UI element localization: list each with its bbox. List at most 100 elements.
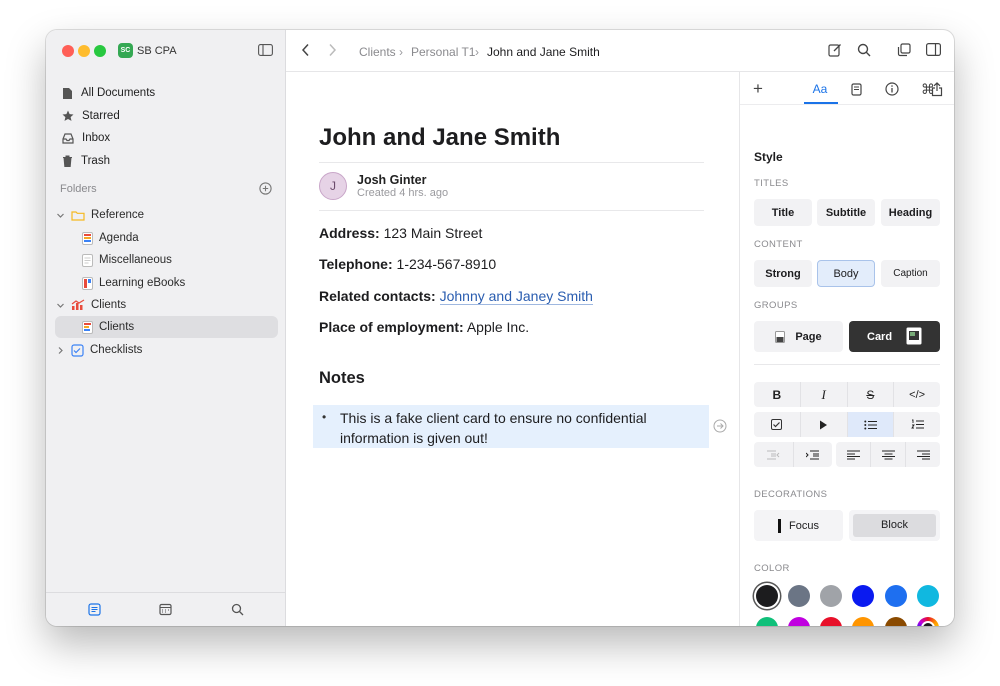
color-swatch-blue[interactable]	[852, 585, 874, 607]
star-icon	[62, 110, 74, 121]
tab-bookmark[interactable]	[838, 80, 874, 98]
tree-folder-clients[interactable]: Clients	[56, 294, 126, 316]
tree-doc-miscellaneous[interactable]: Miscellaneous	[82, 249, 172, 271]
align-center-button[interactable]	[871, 442, 906, 467]
sidebar-toggle-icon[interactable]	[258, 44, 273, 56]
tab-add[interactable]: +	[740, 79, 776, 98]
field-place-of-employment[interactable]: Place of employment: Apple Inc.	[319, 319, 529, 335]
tree-doc-clients[interactable]: Clients	[55, 316, 278, 338]
related-contacts-link[interactable]: Johnny and Janey Smith	[439, 288, 593, 305]
content-label: CONTENT	[754, 239, 803, 250]
duplicate-window-icon[interactable]	[897, 43, 911, 57]
block-arrow-icon[interactable]	[713, 419, 727, 433]
style-title-button[interactable]: Title	[754, 199, 812, 226]
tree-doc-learning-ebooks[interactable]: Learning eBooks	[82, 272, 185, 294]
inbox-icon	[62, 132, 74, 144]
nav-starred[interactable]: Starred	[62, 106, 120, 126]
color-swatch-light-blue[interactable]	[885, 585, 907, 607]
format-row-blocks	[754, 412, 940, 437]
tree-label: Miscellaneous	[99, 254, 172, 266]
trash-icon	[63, 155, 72, 167]
add-folder-icon[interactable]	[259, 182, 272, 195]
search-icon[interactable]	[857, 43, 871, 57]
divider	[754, 364, 940, 365]
italic-button[interactable]: I	[800, 382, 848, 407]
code-button[interactable]: </>	[894, 382, 940, 407]
info-icon	[885, 82, 899, 96]
color-swatch-black[interactable]	[756, 585, 778, 607]
toggle-list-button[interactable]	[800, 412, 848, 437]
color-swatch-brown[interactable]	[885, 617, 907, 626]
notes-view-icon[interactable]	[88, 603, 101, 616]
style-subtitle-button[interactable]: Subtitle	[817, 199, 875, 226]
bullet-list-icon	[864, 420, 877, 429]
color-swatch-orange[interactable]	[852, 617, 874, 626]
document-title[interactable]: John and Jane Smith	[319, 124, 560, 152]
back-chevron-icon[interactable]	[301, 43, 310, 57]
group-page-button[interactable]: Page	[754, 321, 843, 352]
color-swatch-cyan[interactable]	[917, 585, 939, 607]
notes-heading[interactable]: Notes	[319, 369, 365, 388]
tree-label: Agenda	[99, 232, 139, 244]
tree-label: Checklists	[90, 344, 143, 356]
workspace-name[interactable]: SB CPA	[137, 45, 177, 57]
style-heading-button[interactable]: Heading	[881, 199, 940, 226]
chevron-down-icon[interactable]	[56, 211, 65, 220]
divider	[740, 104, 954, 105]
minimize-window-button[interactable]	[78, 45, 90, 57]
style-strong-button[interactable]: Strong	[754, 260, 812, 287]
numbered-list-button[interactable]	[894, 412, 940, 437]
checkbox-list-button[interactable]	[754, 412, 801, 437]
checklist-icon	[71, 343, 84, 357]
decoration-focus-button[interactable]: Focus	[754, 510, 843, 541]
share-icon[interactable]	[931, 82, 943, 97]
field-telephone[interactable]: Telephone: 1-234-567-8910	[319, 256, 496, 272]
zoom-window-button[interactable]	[94, 45, 106, 57]
align-left-button[interactable]	[836, 442, 871, 467]
calendar-icon[interactable]	[159, 603, 172, 616]
group-card-button[interactable]: Card	[849, 321, 940, 352]
strikethrough-button[interactable]: S	[847, 382, 895, 407]
author-name: Josh Ginter	[357, 173, 427, 187]
bullet-list-button[interactable]	[847, 412, 895, 437]
forward-chevron-icon[interactable]	[328, 43, 337, 57]
nav-trash[interactable]: Trash	[62, 151, 110, 171]
style-caption-button[interactable]: Caption	[881, 260, 940, 287]
tree-doc-agenda[interactable]: Agenda	[82, 227, 139, 249]
bold-button[interactable]: B	[754, 382, 801, 407]
chevron-right-icon[interactable]	[56, 346, 65, 355]
style-body-button[interactable]: Body	[817, 260, 875, 287]
indent-button[interactable]	[793, 442, 832, 467]
groups-label: GROUPS	[754, 300, 798, 311]
tree-folder-checklists[interactable]: Checklists	[56, 339, 142, 361]
color-swatch-red[interactable]	[820, 617, 842, 626]
color-swatch-gray[interactable]	[820, 585, 842, 607]
tab-style[interactable]: Aa	[802, 80, 838, 98]
group-label: Card	[867, 330, 893, 343]
custom-color-picker[interactable]	[917, 617, 939, 626]
inspector-toggle-icon[interactable]	[926, 43, 941, 56]
nav-label: Trash	[81, 155, 110, 167]
field-related-contacts[interactable]: Related contacts: Johnny and Janey Smith	[319, 288, 593, 305]
tree-label: Clients	[99, 321, 135, 333]
nav-inbox[interactable]: Inbox	[62, 128, 110, 148]
compose-icon[interactable]	[828, 43, 842, 57]
outdent-button[interactable]	[754, 442, 794, 467]
decoration-block-button[interactable]: Block	[849, 510, 940, 541]
color-swatch-purple[interactable]	[788, 617, 810, 626]
color-swatch-green[interactable]	[756, 617, 778, 626]
chevron-down-icon[interactable]	[56, 301, 65, 310]
color-swatch-slate[interactable]	[788, 585, 810, 607]
align-right-button[interactable]	[906, 442, 940, 467]
breadcrumb-clients[interactable]: Clients	[359, 45, 396, 59]
breadcrumb-personal-t1[interactable]: Personal T1	[411, 45, 475, 59]
workspace-badge[interactable]: SC	[118, 43, 133, 58]
field-address[interactable]: Address: 123 Main Street	[319, 225, 482, 241]
search-icon[interactable]	[231, 603, 244, 616]
note-text[interactable]: This is a fake client card to ensure no …	[340, 408, 700, 448]
nav-all-documents[interactable]: All Documents	[62, 83, 155, 103]
tree-folder-reference[interactable]: Reference	[56, 204, 144, 226]
tab-info[interactable]	[874, 80, 910, 98]
close-window-button[interactable]	[62, 45, 74, 57]
card-icon	[906, 327, 922, 345]
